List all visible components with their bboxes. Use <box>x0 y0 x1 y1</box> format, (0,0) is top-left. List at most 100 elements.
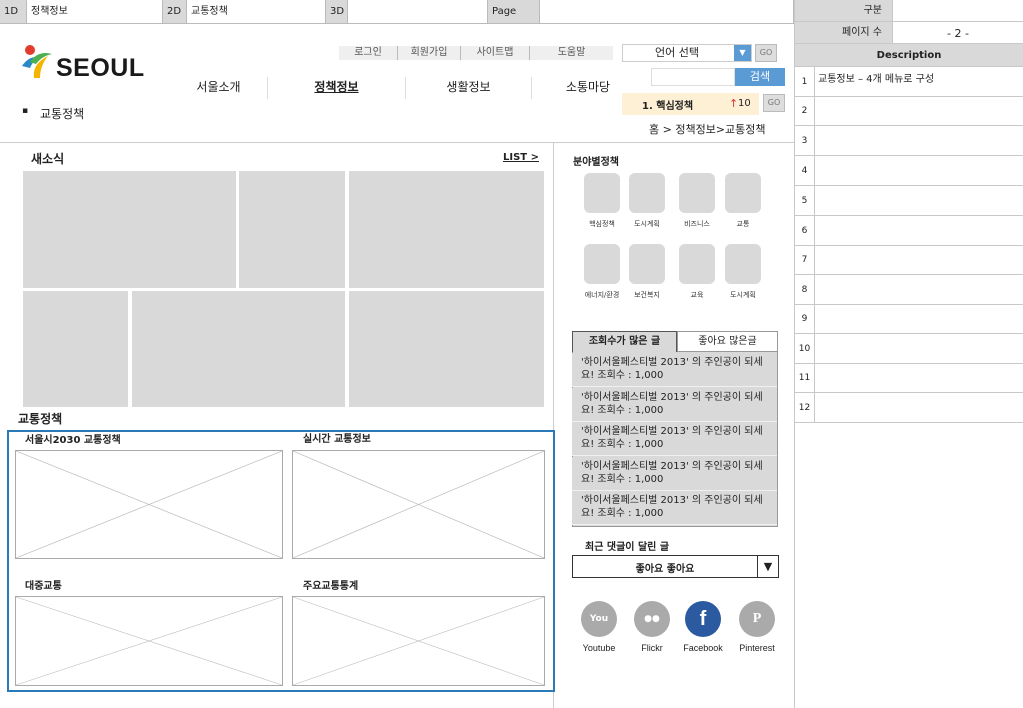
description-row-number: 10 <box>794 334 815 364</box>
rank-go-button[interactable]: GO <box>763 94 785 112</box>
description-row-text <box>815 126 1023 156</box>
category-label[interactable]: 비즈니스 <box>672 219 722 229</box>
tab-most-viewed[interactable]: 조회수가 많은 글 <box>572 331 677 352</box>
description-row-number: 5 <box>794 186 815 216</box>
traffic-item-title: 주요교통통계 <box>303 581 359 592</box>
category-title: 분야별정책 <box>573 157 619 168</box>
popular-post-item[interactable]: '하이서울페스티벌 2013' 의 주인공이 되세요! 조회수 : 1,000 <box>572 422 777 456</box>
image-placeholder[interactable] <box>15 596 283 686</box>
description-row-text: 교통정보 – 4개 메뉴로 구성 <box>815 67 1023 97</box>
category-icon[interactable] <box>584 173 620 213</box>
news-thumbnail[interactable] <box>349 171 544 288</box>
description-row-number: 12 <box>794 393 815 423</box>
d1-value: 정책정보 <box>27 0 163 24</box>
popular-post-item[interactable]: '하이서울페스티벌 2013' 의 주인공이 되세요! 조회수 : 1,000 <box>572 353 777 387</box>
category-icon[interactable] <box>725 244 761 284</box>
help-link[interactable]: 도움말 <box>530 46 613 60</box>
category-icon[interactable] <box>725 173 761 213</box>
gubun-label: 구분 <box>795 0 892 22</box>
category-label[interactable]: 교통 <box>718 219 768 229</box>
category-icon[interactable] <box>629 244 665 284</box>
description-row-text <box>815 156 1023 186</box>
gnb-policy-info[interactable]: 정책정보 <box>268 77 406 99</box>
rank-num: 10 <box>738 98 751 109</box>
description-row-text <box>815 216 1023 246</box>
header-divider <box>0 142 794 143</box>
d3-value <box>348 0 488 24</box>
description-row-number: 9 <box>794 305 815 334</box>
description-row-text <box>815 364 1023 393</box>
description-row-text <box>815 334 1023 364</box>
flickr-icon[interactable]: ●● <box>634 601 670 637</box>
gnb-life-info[interactable]: 생활정보 <box>406 77 532 99</box>
description-row-text <box>815 97 1023 126</box>
category-icon[interactable] <box>679 244 715 284</box>
category-label[interactable]: 도시계획 <box>718 290 768 300</box>
category-icon[interactable] <box>584 244 620 284</box>
gnb-seoul-intro[interactable]: 서울소개 <box>170 77 268 99</box>
description-row-number: 6 <box>794 216 815 246</box>
description-row-text <box>815 186 1023 216</box>
description-row-text <box>815 305 1023 334</box>
pinterest-label[interactable]: Pinterest <box>727 643 787 653</box>
pinterest-icon[interactable]: P <box>739 601 775 637</box>
rank-text: 1. 핵심정책 <box>642 101 694 112</box>
d2-value: 교통정책 <box>187 0 326 24</box>
image-placeholder[interactable] <box>15 450 283 559</box>
breadcrumb: 홈 > 정책정보>교통정책 <box>649 123 766 136</box>
news-thumbnail[interactable] <box>349 291 544 407</box>
traffic-item-title: 실시간 교통정보 <box>303 434 371 445</box>
rank-ticker[interactable]: 1. 핵심정책 ↑ 10 <box>622 93 759 115</box>
pages-label: 페이지 수 <box>795 22 892 44</box>
description-row-number: 11 <box>794 364 815 393</box>
news-thumbnail[interactable] <box>23 291 128 407</box>
category-label[interactable]: 교육 <box>672 290 722 300</box>
popular-post-item[interactable]: '하이서울페스티벌 2013' 의 주인공이 되세요! 조회수 : 1,000 <box>572 491 777 525</box>
traffic-item-title: 대중교통 <box>25 581 62 592</box>
login-link[interactable]: 로그인 <box>339 46 398 60</box>
bullet-icon: ▪ <box>22 106 29 116</box>
image-placeholder[interactable] <box>292 596 545 686</box>
news-thumbnail[interactable] <box>239 171 345 288</box>
description-header: Description <box>795 44 1023 67</box>
popular-post-item[interactable]: '하이서울페스티벌 2013' 의 주인공이 되세요! 조회수 : 1,000 <box>572 456 777 491</box>
search-input[interactable] <box>651 68 735 86</box>
category-label[interactable]: 에너지/환경 <box>577 290 627 300</box>
category-icon[interactable] <box>679 173 715 213</box>
recent-select[interactable]: 좋아요 좋아요 ▼ <box>572 555 779 578</box>
chevron-down-icon[interactable]: ▼ <box>734 45 751 61</box>
description-row-number: 2 <box>794 97 815 126</box>
popular-post-item[interactable]: '하이서울페스티벌 2013' 의 주인공이 되세요! 조회수 : 1,000 <box>572 387 777 422</box>
traffic-title: 교통정책 <box>18 412 63 426</box>
description-row-number: 3 <box>794 126 815 156</box>
news-thumbnail[interactable] <box>132 291 345 407</box>
description-row-number: 7 <box>794 246 815 275</box>
recent-select-value: 좋아요 좋아요 <box>635 564 695 575</box>
page-label: Page <box>488 0 540 24</box>
news-title: 새소식 <box>31 152 65 166</box>
category-label[interactable]: 도시계획 <box>622 219 672 229</box>
chevron-down-icon: ▼ <box>757 556 778 577</box>
seoul-logo-icon[interactable] <box>20 44 54 80</box>
language-go-button[interactable]: GO <box>755 44 777 62</box>
youtube-icon[interactable]: You <box>581 601 617 637</box>
tab-most-liked[interactable]: 좋아요 많은글 <box>677 331 778 352</box>
sitemap-link[interactable]: 사이트맵 <box>461 46 530 60</box>
category-icon[interactable] <box>629 173 665 213</box>
news-list-link[interactable]: LIST > <box>503 152 539 163</box>
seoul-logo-text[interactable]: SEOUL <box>56 54 145 83</box>
join-link[interactable]: 회원가입 <box>398 46 461 60</box>
category-label[interactable]: 핵심정책 <box>577 219 627 229</box>
image-placeholder[interactable] <box>292 450 545 559</box>
language-select[interactable]: 언어 선택 <box>622 44 752 62</box>
search-button[interactable]: 검색 <box>735 68 785 86</box>
language-select-value: 언어 선택 <box>655 46 699 59</box>
facebook-label[interactable]: Facebook <box>673 643 733 653</box>
facebook-icon[interactable]: f <box>685 601 721 637</box>
youtube-label[interactable]: Youtube <box>569 643 629 653</box>
news-thumbnail[interactable] <box>23 171 236 288</box>
arrow-up-icon: ↑ <box>729 97 739 110</box>
category-label[interactable]: 보건복지 <box>622 290 672 300</box>
gubun-value <box>892 0 1023 22</box>
pages-value: - 2 - <box>892 22 1023 44</box>
